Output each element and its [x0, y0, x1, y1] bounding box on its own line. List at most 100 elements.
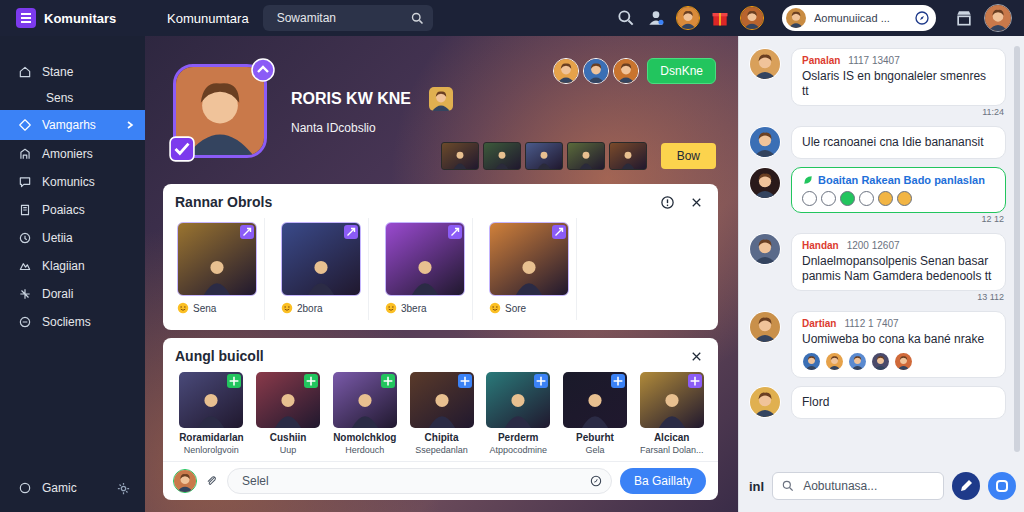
- reaction-icon[interactable]: [878, 191, 893, 206]
- gift-icon[interactable]: [710, 8, 730, 28]
- reaction-icon[interactable]: [802, 191, 817, 206]
- user-avatar[interactable]: [749, 233, 781, 265]
- sidebar-item[interactable]: Stane: [0, 58, 145, 86]
- collection-item[interactable]: PeburhtGela: [559, 372, 632, 455]
- sidebar-item[interactable]: Socliems: [0, 308, 145, 336]
- send-icon[interactable]: [988, 472, 1016, 500]
- sidebar-item[interactable]: Komunics: [0, 168, 145, 196]
- post-input[interactable]: [240, 473, 583, 489]
- message-author[interactable]: Dartian: [802, 318, 836, 329]
- user-avatar[interactable]: [676, 6, 700, 30]
- sidebar-item[interactable]: Klagiian: [0, 252, 145, 280]
- game-thumbnail[interactable]: [525, 142, 563, 170]
- sidebar-item[interactable]: Sens: [0, 86, 145, 110]
- magnifier-icon[interactable]: [410, 11, 425, 26]
- character-icon: [300, 253, 342, 295]
- sidebar-item[interactable]: Amoniers: [0, 140, 145, 168]
- reactor-avatar[interactable]: [894, 352, 913, 371]
- user-avatar[interactable]: [749, 126, 781, 158]
- user-avatar[interactable]: [749, 167, 781, 199]
- message-input[interactable]: [801, 478, 935, 494]
- message-text: Ule rcanoanei cna Idie bananansit: [802, 135, 995, 150]
- reaction-icon[interactable]: [840, 191, 855, 206]
- user-avatar[interactable]: [749, 48, 781, 80]
- collection-item[interactable]: AlcicanFarsanl Dolan...: [635, 372, 708, 455]
- game-thumbnail[interactable]: [609, 142, 647, 170]
- featured-label: Sena: [193, 303, 216, 314]
- sidebar-item[interactable]: Dorali: [0, 280, 145, 308]
- class-badge-icon: [688, 374, 702, 388]
- close-icon[interactable]: [689, 195, 704, 210]
- search-input[interactable]: [275, 10, 404, 26]
- follower-avatar[interactable]: [583, 58, 609, 84]
- collection-item[interactable]: ChipitaSsepedanlan: [405, 372, 478, 455]
- attach-icon[interactable]: [205, 474, 219, 488]
- companion-avatar[interactable]: [429, 87, 453, 111]
- reaction-icon[interactable]: [859, 191, 874, 206]
- own-avatar[interactable]: [173, 469, 197, 493]
- message-body: Panalan1117 13407Oslaris IS en bngonalel…: [791, 48, 1006, 118]
- featured-item[interactable]: Sore: [481, 218, 577, 320]
- account-avatar[interactable]: [984, 4, 1012, 32]
- post-composer: Ba Gaillaty: [163, 461, 718, 500]
- message-field[interactable]: [772, 472, 944, 500]
- primary-button[interactable]: DsnKne: [647, 58, 716, 84]
- reaction-icon[interactable]: [897, 191, 912, 206]
- brand[interactable]: Komunitars: [0, 8, 145, 28]
- reactor-avatar[interactable]: [848, 352, 867, 371]
- reactor-avatar[interactable]: [871, 352, 890, 371]
- info-icon[interactable]: [660, 195, 675, 210]
- class-badge-icon: [458, 374, 472, 388]
- collection-item[interactable]: NomolchklogHerdouch: [328, 372, 401, 455]
- chat-scroll-area: Panalan1117 13407Oslaris IS en bngonalel…: [739, 36, 1024, 462]
- featured-item[interactable]: 3bera: [377, 218, 473, 320]
- shared-card-title[interactable]: Boaitan Rakean Bado panlaslan: [802, 174, 995, 186]
- people-icon[interactable]: [646, 8, 666, 28]
- user-avatar[interactable]: [749, 311, 781, 343]
- follower-avatar[interactable]: [553, 58, 579, 84]
- game-thumbnail[interactable]: [483, 142, 521, 170]
- emoji-icon[interactable]: [589, 474, 603, 488]
- sidebar-item[interactable]: Poaiacs: [0, 196, 145, 224]
- compass-icon[interactable]: [914, 10, 930, 26]
- edit-icon[interactable]: [952, 472, 980, 500]
- sidebar-item[interactable]: Uetiia: [0, 224, 145, 252]
- featured-label: 3bera: [401, 303, 427, 314]
- message-author[interactable]: Handan: [802, 240, 839, 251]
- featured-item[interactable]: 2bora: [273, 218, 369, 320]
- character-icon: [575, 147, 597, 169]
- collection-item[interactable]: PerdermAtppocodmine: [482, 372, 555, 455]
- reactor-avatar[interactable]: [802, 352, 821, 371]
- store-icon[interactable]: [954, 8, 974, 28]
- reaction-icon[interactable]: [821, 191, 836, 206]
- profile-name: RORIS KW KNE: [291, 90, 411, 108]
- user-avatar[interactable]: [749, 386, 781, 418]
- community-search[interactable]: [782, 5, 936, 31]
- game-thumbnail[interactable]: [567, 142, 605, 170]
- collection-item[interactable]: CushiinUup: [252, 372, 325, 455]
- scrollbar[interactable]: [1014, 46, 1020, 452]
- featured-label-row: Sena: [177, 300, 258, 316]
- profile-info: RORIS KW KNENanta IDcobslio: [291, 87, 417, 135]
- post-field[interactable]: [227, 468, 612, 494]
- sidebar-footer[interactable]: Gamic: [0, 474, 145, 512]
- community-search-input[interactable]: [812, 11, 908, 25]
- collection-item[interactable]: RoramidarlanNenlorolgvoin: [175, 372, 248, 455]
- app-logo-icon[interactable]: [16, 8, 36, 28]
- message-author[interactable]: Panalan: [802, 55, 840, 66]
- close-icon[interactable]: [689, 349, 704, 364]
- magnifier-icon[interactable]: [616, 8, 636, 28]
- game-thumbnail[interactable]: [441, 142, 479, 170]
- follower-avatar[interactable]: [613, 58, 639, 84]
- settings-icon[interactable]: [116, 481, 131, 496]
- nav-icon: [18, 147, 32, 161]
- message-body: Ule rcanoanei cna Idie bananansit: [791, 126, 1006, 159]
- sidebar-item[interactable]: Vamgarhs: [0, 110, 145, 140]
- user-avatar[interactable]: [740, 6, 764, 30]
- search-field[interactable]: [263, 5, 433, 31]
- featured-item[interactable]: Sena: [169, 218, 265, 320]
- post-button[interactable]: Ba Gaillaty: [620, 468, 706, 494]
- smiley-icon: [489, 302, 501, 314]
- secondary-button[interactable]: Bow: [661, 143, 716, 169]
- reactor-avatar[interactable]: [825, 352, 844, 371]
